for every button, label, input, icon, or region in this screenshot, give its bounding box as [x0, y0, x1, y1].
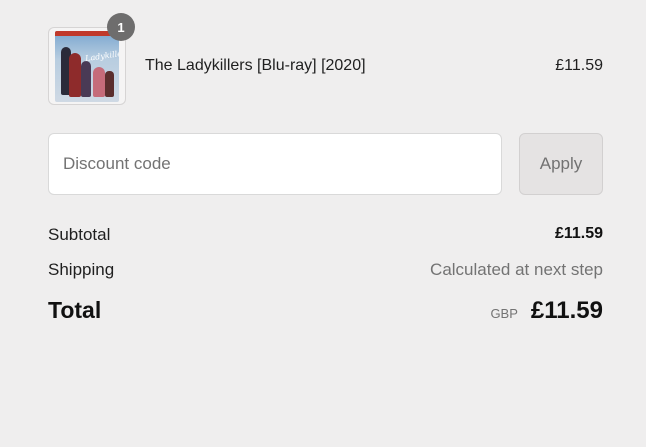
product-name: The Ladykillers [Blu-ray] [2020]: [145, 57, 366, 74]
currency-code: GBP: [490, 306, 518, 321]
apply-button[interactable]: Apply: [519, 133, 603, 195]
total-label: Total: [48, 297, 102, 323]
cover-title: Ladykillers: [84, 47, 119, 64]
total-value-group: GBP £11.59: [490, 297, 603, 325]
line-item: Ladykillers 1 The Ladykillers [Blu-ray] …: [48, 13, 603, 107]
subtotal-value: £11.59: [554, 225, 603, 242]
shipping-value: Calculated at next step: [430, 260, 603, 279]
discount-code-input[interactable]: [48, 133, 502, 195]
shipping-label: Shipping: [48, 260, 115, 279]
product-price: £11.59: [555, 57, 603, 74]
product-cover-image: Ladykillers: [55, 31, 119, 102]
quantity-badge: 1: [107, 13, 135, 41]
total-amount: £11.59: [530, 297, 603, 324]
subtotal-label: Subtotal: [48, 225, 111, 244]
